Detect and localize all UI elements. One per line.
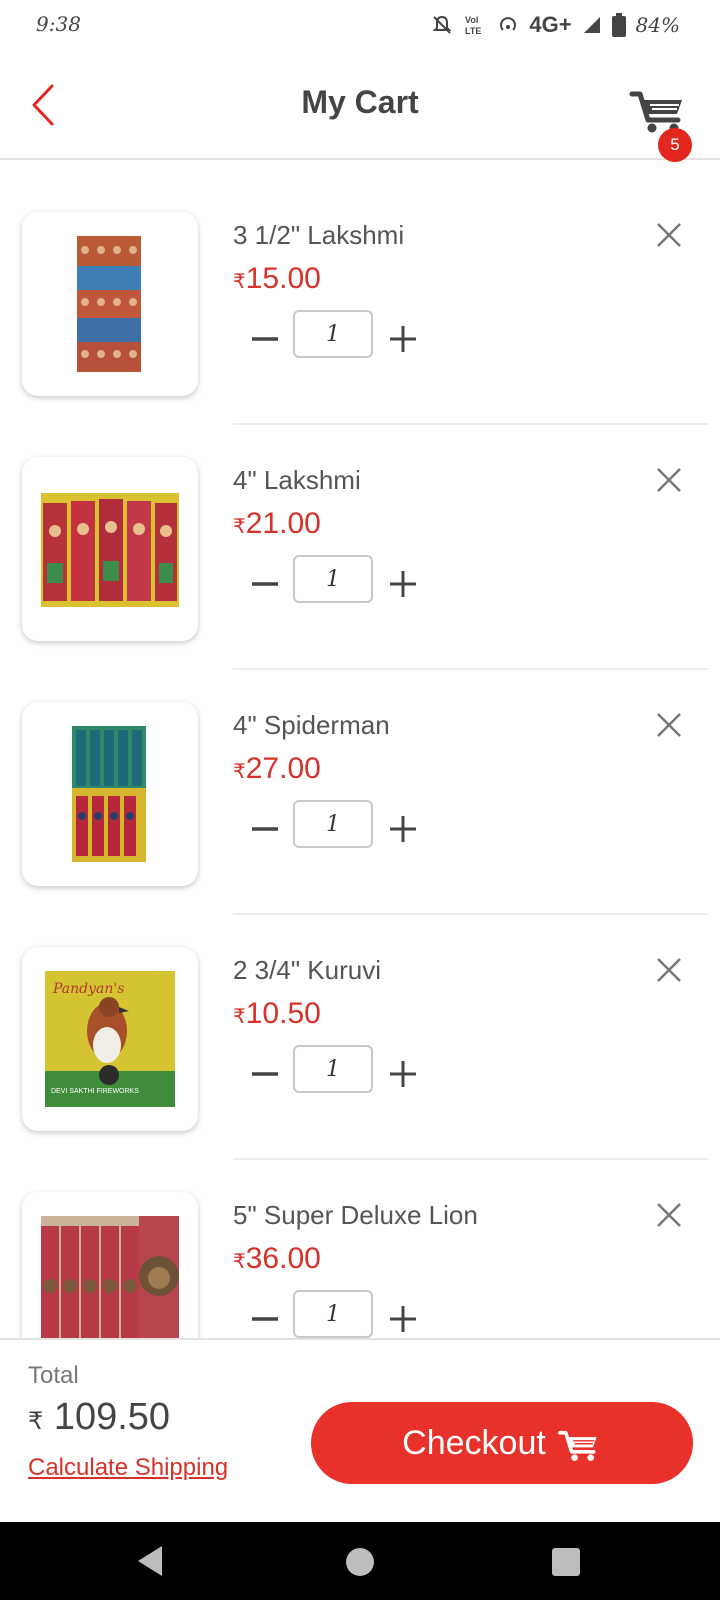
price-value: 36.00 bbox=[245, 1242, 321, 1275]
close-icon bbox=[657, 958, 681, 982]
cart-item: 4" Spiderman ₹27.00 bbox=[0, 650, 720, 915]
minus-icon bbox=[252, 1317, 278, 1321]
currency-symbol: ₹ bbox=[28, 1408, 44, 1435]
product-price: ₹21.00 bbox=[233, 507, 321, 541]
product-name: 3 1/2" Lakshmi bbox=[233, 220, 405, 250]
total-value: 109.50 bbox=[53, 1396, 171, 1438]
svg-text:DEVI SAKTHI FIREWORKS: DEVI SAKTHI FIREWORKS bbox=[51, 1088, 139, 1095]
decrease-quantity-button[interactable] bbox=[248, 567, 282, 601]
nav-home-icon[interactable] bbox=[346, 1548, 374, 1576]
cart-item: 4" Lakshmi ₹21.00 bbox=[0, 405, 720, 670]
app-bar: My Cart 5 bbox=[0, 52, 720, 162]
increase-quantity-button[interactable] bbox=[386, 1302, 420, 1336]
remove-item-button[interactable] bbox=[654, 465, 684, 495]
page-title: My Cart bbox=[301, 84, 419, 120]
currency-symbol: ₹ bbox=[233, 1251, 246, 1273]
product-image bbox=[22, 212, 198, 396]
volte-icon: VolLTE bbox=[465, 15, 481, 36]
quantity-field[interactable] bbox=[293, 800, 373, 848]
checkout-label: Checkout bbox=[402, 1423, 546, 1462]
close-icon bbox=[657, 468, 681, 492]
decrease-quantity-button[interactable] bbox=[248, 1057, 282, 1091]
svg-text:Vol: Vol bbox=[465, 15, 478, 25]
signal-icon bbox=[583, 17, 600, 33]
quantity-field[interactable] bbox=[293, 310, 373, 358]
product-name: 5" Super Deluxe Lion bbox=[233, 1200, 478, 1230]
product-price: ₹27.00 bbox=[233, 752, 321, 786]
price-value: 21.00 bbox=[245, 507, 321, 540]
total-label: Total bbox=[28, 1362, 79, 1389]
cart-count-badge: 5 bbox=[658, 128, 692, 162]
increase-quantity-button[interactable] bbox=[386, 567, 420, 601]
calculate-shipping-link[interactable]: Calculate Shipping bbox=[28, 1454, 228, 1482]
minus-icon bbox=[252, 582, 278, 586]
svg-text:Pandyan's: Pandyan's bbox=[52, 981, 124, 997]
quantity-field[interactable] bbox=[293, 555, 373, 603]
product-image bbox=[22, 702, 198, 886]
product-name: 2 3/4" Kuruvi bbox=[233, 955, 381, 985]
currency-symbol: ₹ bbox=[233, 271, 246, 293]
minus-icon bbox=[252, 337, 278, 341]
close-icon bbox=[657, 713, 681, 737]
quantity-field[interactable] bbox=[293, 1290, 373, 1338]
remove-item-button[interactable] bbox=[654, 1200, 684, 1230]
plus-icon bbox=[390, 1061, 416, 1087]
product-image bbox=[22, 457, 198, 641]
increase-quantity-button[interactable] bbox=[386, 812, 420, 846]
close-icon bbox=[657, 1203, 681, 1227]
price-value: 10.50 bbox=[245, 997, 321, 1030]
battery-icon bbox=[611, 13, 626, 37]
cart-item: 3 1/2" Lakshmi ₹15.00 bbox=[0, 160, 720, 425]
status-time: 9:38 bbox=[36, 12, 81, 36]
currency-symbol: ₹ bbox=[233, 516, 246, 538]
network-type: 4G+ bbox=[529, 12, 572, 37]
decrease-quantity-button[interactable] bbox=[248, 812, 282, 846]
currency-symbol: ₹ bbox=[233, 761, 246, 783]
status-bar: 9:38 Vol LTE 4G+ 84% bbox=[0, 0, 720, 52]
cart-item: Pandyan's DEVI SAKTHI FIREWORKS 2 3/4" K… bbox=[0, 895, 720, 1160]
cart-list: 3 1/2" Lakshmi ₹15.00 4" Lakshmi ₹21.00 bbox=[0, 160, 720, 1338]
price-value: 27.00 bbox=[245, 752, 321, 785]
product-image: Pandyan's DEVI SAKTHI FIREWORKS bbox=[22, 947, 198, 1131]
currency-symbol: ₹ bbox=[233, 1006, 246, 1028]
checkout-button[interactable]: Checkout bbox=[311, 1402, 693, 1484]
battery-percent: 84% bbox=[635, 13, 680, 37]
product-price: ₹36.00 bbox=[233, 1242, 321, 1276]
close-icon bbox=[657, 223, 681, 247]
quantity-field[interactable] bbox=[293, 1045, 373, 1093]
remove-item-button[interactable] bbox=[654, 955, 684, 985]
nav-recents-icon[interactable] bbox=[552, 1548, 580, 1576]
remove-item-button[interactable] bbox=[654, 710, 684, 740]
status-icons: Vol LTE 4G+ 84% bbox=[431, 12, 680, 38]
cart-item: 5" Super Deluxe Lion ₹36.00 bbox=[0, 1140, 720, 1338]
minus-icon bbox=[252, 827, 278, 831]
plus-icon bbox=[390, 1306, 416, 1332]
plus-icon bbox=[390, 571, 416, 597]
increase-quantity-button[interactable] bbox=[386, 1057, 420, 1091]
plus-icon bbox=[390, 816, 416, 842]
remove-item-button[interactable] bbox=[654, 220, 684, 250]
product-price: ₹10.50 bbox=[233, 997, 321, 1031]
price-value: 15.00 bbox=[245, 262, 321, 295]
total-amount: ₹ 109.50 bbox=[28, 1396, 170, 1439]
decrease-quantity-button[interactable] bbox=[248, 322, 282, 356]
increase-quantity-button[interactable] bbox=[386, 322, 420, 356]
plus-icon bbox=[390, 326, 416, 352]
product-price: ₹15.00 bbox=[233, 262, 321, 296]
hotspot-icon bbox=[500, 17, 517, 31]
product-name: 4" Spiderman bbox=[233, 710, 390, 740]
checkout-footer: Total ₹ 109.50 Calculate Shipping Checko… bbox=[0, 1338, 720, 1524]
cart-icon bbox=[557, 1430, 597, 1461]
mute-icon bbox=[432, 15, 452, 34]
svg-text:LTE: LTE bbox=[465, 26, 481, 36]
minus-icon bbox=[252, 1072, 278, 1076]
nav-back-icon[interactable] bbox=[136, 1544, 166, 1578]
system-navigation-bar bbox=[0, 1522, 720, 1600]
product-image bbox=[22, 1192, 198, 1338]
decrease-quantity-button[interactable] bbox=[248, 1302, 282, 1336]
product-name: 4" Lakshmi bbox=[233, 465, 361, 495]
